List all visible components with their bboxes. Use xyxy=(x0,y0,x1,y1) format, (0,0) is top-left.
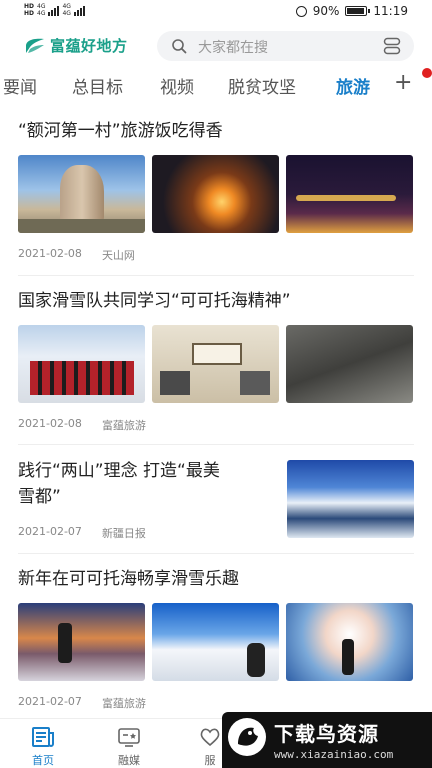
article-source: 天山网 xyxy=(101,249,135,262)
network-type-bottom: 4G xyxy=(37,10,46,17)
article-card[interactable]: 践行“两山”理念 打造“最美 雪都” xyxy=(18,458,268,510)
divider xyxy=(18,553,414,554)
signal-icon-2 xyxy=(73,4,85,16)
snow-slope-photo[interactable] xyxy=(152,603,279,681)
nav-media-label: 融媒 xyxy=(118,754,140,767)
alarm-icon xyxy=(295,5,307,17)
snow-river-photo[interactable] xyxy=(287,460,414,538)
mining-history-photo[interactable] xyxy=(286,325,413,403)
article-meta: 2021-02-07 新疆日报 xyxy=(18,525,146,541)
tab-tourism[interactable]: 旅游 xyxy=(336,73,370,98)
article-card[interactable]: 国家滑雪队共同学习“可可托海精神” xyxy=(18,288,414,314)
article-images xyxy=(18,325,413,403)
tab-video[interactable]: 视频 xyxy=(160,73,194,98)
nav-home-label: 首页 xyxy=(32,754,54,767)
app-header: 富蕴好地方 大家都在搜 xyxy=(0,28,432,64)
tab-poverty-alleviation[interactable]: 脱贫攻坚 xyxy=(228,73,296,98)
clock: 11:19 xyxy=(373,4,408,18)
watermark-title: 下载鸟资源 xyxy=(274,722,379,746)
article-date: 2021-02-07 xyxy=(18,525,82,538)
article-title-line-1[interactable]: 践行“两山”理念 打造“最美 xyxy=(18,458,268,484)
tab-headlines[interactable]: 要闻 xyxy=(3,73,37,98)
article-meta: 2021-02-07 富蕴旅游 xyxy=(18,695,146,711)
status-right: 90% 11:19 xyxy=(295,4,408,18)
search-placeholder: 大家都在搜 xyxy=(198,40,268,56)
night-lights-village-photo[interactable] xyxy=(286,155,413,233)
search-bar[interactable]: 大家都在搜 xyxy=(157,31,414,61)
article-images xyxy=(18,603,413,681)
article-date: 2021-02-08 xyxy=(18,417,82,430)
network-type-top: 4G xyxy=(37,3,46,10)
notification-dot xyxy=(422,68,432,78)
article-source: 富蕴旅游 xyxy=(101,419,146,432)
watermark-url: www.xiazainiao.com xyxy=(274,748,394,761)
article-source: 新疆日报 xyxy=(101,527,146,540)
team-group-photo[interactable] xyxy=(18,325,145,403)
nav-home[interactable]: 首页 xyxy=(23,727,63,768)
article-date: 2021-02-08 xyxy=(18,247,82,260)
watermark-bird-icon xyxy=(228,718,266,756)
article-title[interactable]: 国家滑雪队共同学习“可可托海精神” xyxy=(18,288,414,314)
divider xyxy=(18,444,414,445)
bonfire-night-photo[interactable] xyxy=(152,155,279,233)
network-type-bottom-2: 4G xyxy=(62,10,71,17)
article-source: 富蕴旅游 xyxy=(101,697,146,710)
network-indicators: HD HD 4G 4G 4G 4G xyxy=(24,3,85,17)
article-images xyxy=(287,460,414,538)
newspaper-icon xyxy=(32,727,54,747)
article-title-line-2[interactable]: 雪都” xyxy=(18,484,268,510)
article-date: 2021-02-07 xyxy=(18,695,82,708)
add-tab-button[interactable]: + xyxy=(394,70,412,95)
article-meta: 2021-02-08 富蕴旅游 xyxy=(18,417,146,433)
tv-icon xyxy=(118,728,140,747)
article-title[interactable]: 新年在可可托海畅享滑雪乐趣 xyxy=(18,566,414,592)
battery-icon xyxy=(345,6,371,16)
article-images xyxy=(18,155,413,233)
app-logo[interactable]: 富蕴好地方 xyxy=(24,35,128,56)
hd-icon: HD HD xyxy=(24,3,35,17)
category-tabs: 要闻 总目标 视频 脱贫攻坚 旅游 + xyxy=(0,70,432,102)
heart-icon xyxy=(200,728,220,747)
article-card[interactable]: 新年在可可托海畅享滑雪乐趣 xyxy=(18,566,414,592)
nav-media[interactable]: 融媒 xyxy=(109,727,149,768)
article-title[interactable]: “额河第一村”旅游饭吃得香 xyxy=(18,118,414,144)
sunset-skier-photo[interactable] xyxy=(18,603,145,681)
article-meta: 2021-02-08 天山网 xyxy=(18,247,135,263)
tab-general-goal[interactable]: 总目标 xyxy=(72,73,123,98)
logo-text: 富蕴好地方 xyxy=(50,37,128,55)
snow-splash-photo[interactable] xyxy=(286,603,413,681)
logo-leaf-icon xyxy=(26,38,44,53)
network-type-top-2: 4G xyxy=(62,3,71,10)
battery-percent: 90% xyxy=(312,4,340,18)
status-bar: HD HD 4G 4G 4G 4G 90% 11:19 xyxy=(0,0,432,24)
exhibition-photo[interactable] xyxy=(152,325,279,403)
scan-icon[interactable] xyxy=(383,37,401,55)
watermark-banner: 下载鸟资源 www.xiazainiao.com xyxy=(222,712,432,768)
search-icon xyxy=(172,39,187,54)
stone-monument-photo[interactable] xyxy=(18,155,145,233)
signal-icon xyxy=(48,4,60,16)
article-card[interactable]: “额河第一村”旅游饭吃得香 xyxy=(18,118,414,144)
divider xyxy=(18,275,414,276)
